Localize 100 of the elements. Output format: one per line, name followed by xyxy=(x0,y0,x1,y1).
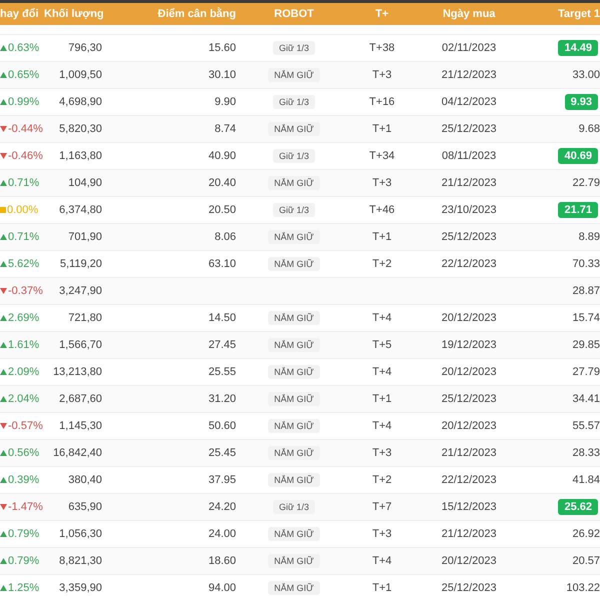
change-percent: 0.39% xyxy=(8,474,40,486)
date-cell-text: 02/11/2023 xyxy=(440,42,498,54)
balance-cell-text: 25.55 xyxy=(207,366,237,378)
up-triangle-icon xyxy=(0,531,7,537)
robot-tag: NẮM GIỮ xyxy=(268,392,320,406)
up-triangle-icon xyxy=(0,369,7,375)
target-cell: 41.84 xyxy=(572,474,600,486)
change-percent: 2.69% xyxy=(8,312,40,324)
balance-cell-text: 31.20 xyxy=(207,393,237,405)
t-plus-cell-text: T+3 xyxy=(371,528,393,540)
volume-cell-text: 1,145,30 xyxy=(58,420,102,432)
target-badge: 14.49 xyxy=(558,40,598,56)
change-percent: 0.79% xyxy=(8,555,40,567)
t-plus-cell-text: T+3 xyxy=(371,69,393,81)
volume-cell-text: 6,374,80 xyxy=(58,204,102,216)
date-cell-text: 19/12/2023 xyxy=(440,339,498,351)
up-triangle-icon xyxy=(0,396,7,402)
robot-tag: Giữ 1/3 xyxy=(272,95,316,109)
robot-tag: NẮM GIỮ xyxy=(268,257,320,271)
balance-cell-text: 24.20 xyxy=(207,501,237,513)
date-cell-text: 25/12/2023 xyxy=(440,582,498,594)
volume-cell-text: 796,30 xyxy=(67,42,102,54)
volume-cell-text: 3,359,90 xyxy=(58,582,102,594)
t-plus-cell-text: T+1 xyxy=(371,123,393,135)
robot-tag: Giữ 1/3 xyxy=(272,149,316,163)
balance-cell-text: 63.10 xyxy=(207,258,237,270)
change-percent: -0.37% xyxy=(8,285,43,297)
up-triangle-icon xyxy=(0,558,7,564)
t-plus-cell-text: T+4 xyxy=(371,420,393,432)
t-plus-cell-text: T+5 xyxy=(371,339,393,351)
robot-tag: Giữ 1/3 xyxy=(272,500,316,514)
up-triangle-icon xyxy=(0,45,7,51)
target-cell: 103.22 xyxy=(566,582,600,594)
balance-cell-text: 8.06 xyxy=(214,231,237,243)
change-percent: 0.71% xyxy=(8,231,40,243)
balance-cell-text: 24.00 xyxy=(207,528,237,540)
balance-cell-text: 14.50 xyxy=(207,312,237,324)
change-percent: -0.57% xyxy=(8,420,43,432)
date-cell-text: 25/12/2023 xyxy=(440,123,498,135)
date-cell-text: 21/12/2023 xyxy=(440,69,498,81)
date-cell-text: 21/12/2023 xyxy=(440,528,498,540)
change-percent: 0.00% xyxy=(7,204,38,216)
column-header: Ngày mua xyxy=(442,8,496,20)
up-triangle-icon xyxy=(0,342,7,348)
balance-cell-text: 27.45 xyxy=(207,339,237,351)
date-cell-text: 21/12/2023 xyxy=(440,447,498,459)
t-plus-cell-text: T+38 xyxy=(368,42,396,54)
balance-cell-text: 15.60 xyxy=(207,42,237,54)
date-cell-text: 23/10/2023 xyxy=(440,204,498,216)
target-badge: 25.62 xyxy=(558,499,598,515)
t-plus-cell-text: T+3 xyxy=(371,447,393,459)
up-triangle-icon xyxy=(0,234,7,240)
column-header: Khối lượng xyxy=(44,8,102,20)
change-percent: 5.62% xyxy=(8,258,40,270)
t-plus-cell-text: T+4 xyxy=(371,312,393,324)
date-cell-text: 20/12/2023 xyxy=(440,366,498,378)
target-cell: 28.87 xyxy=(572,285,600,297)
t-plus-cell-text: T+4 xyxy=(371,555,393,567)
target-cell: 33.00 xyxy=(572,69,600,81)
robot-tag: NẮM GIỮ xyxy=(268,473,320,487)
balance-cell-text: 50.60 xyxy=(207,420,237,432)
target-cell: 22.79 xyxy=(572,177,600,189)
change-percent: 0.65% xyxy=(8,69,40,81)
change-percent: 0.63% xyxy=(8,42,40,54)
change-percent: -0.44% xyxy=(8,123,43,135)
date-cell-text: 08/11/2023 xyxy=(440,150,498,162)
down-triangle-icon xyxy=(0,504,7,510)
balance-cell-text: 25.45 xyxy=(207,447,237,459)
down-triangle-icon xyxy=(0,126,7,132)
t-plus-cell-text: T+1 xyxy=(371,582,393,594)
volume-cell-text: 1,163,80 xyxy=(58,150,102,162)
target-cell: 15.74 xyxy=(572,312,600,324)
balance-cell-text: 37.95 xyxy=(207,474,237,486)
robot-tag: Giữ 1/3 xyxy=(272,203,316,217)
down-triangle-icon xyxy=(0,288,7,294)
target-cell: 28.33 xyxy=(572,447,600,459)
t-plus-cell-text: T+1 xyxy=(371,231,393,243)
volume-cell-text: 8,821,30 xyxy=(58,555,102,567)
down-triangle-icon xyxy=(0,153,7,159)
date-cell-text: 20/12/2023 xyxy=(440,420,498,432)
robot-tag: NẮM GIỮ xyxy=(268,419,320,433)
date-cell-text: 20/12/2023 xyxy=(440,312,498,324)
target-cell: 26.92 xyxy=(572,528,600,540)
change-percent: 0.99% xyxy=(8,96,40,108)
t-plus-cell-text: T+2 xyxy=(371,474,393,486)
robot-tag: NẮM GIỮ xyxy=(268,122,320,136)
up-triangle-icon xyxy=(0,450,7,456)
volume-cell-text: 635,90 xyxy=(67,501,102,513)
up-triangle-icon xyxy=(0,477,7,483)
column-header: hay đổi xyxy=(0,8,40,20)
balance-cell-text: 20.40 xyxy=(207,177,237,189)
balance-cell-text: 8.74 xyxy=(214,123,237,135)
target-cell: 9.68 xyxy=(578,123,600,135)
robot-tag: NẮM GIỮ xyxy=(268,581,320,595)
volume-cell-text: 1,009,50 xyxy=(58,69,102,81)
date-cell-text: 22/12/2023 xyxy=(440,474,498,486)
volume-cell-text: 104,90 xyxy=(67,177,102,189)
t-plus-cell-text: T+3 xyxy=(371,177,393,189)
date-cell-text: 20/12/2023 xyxy=(440,555,498,567)
target-cell: 70.33 xyxy=(572,258,600,270)
